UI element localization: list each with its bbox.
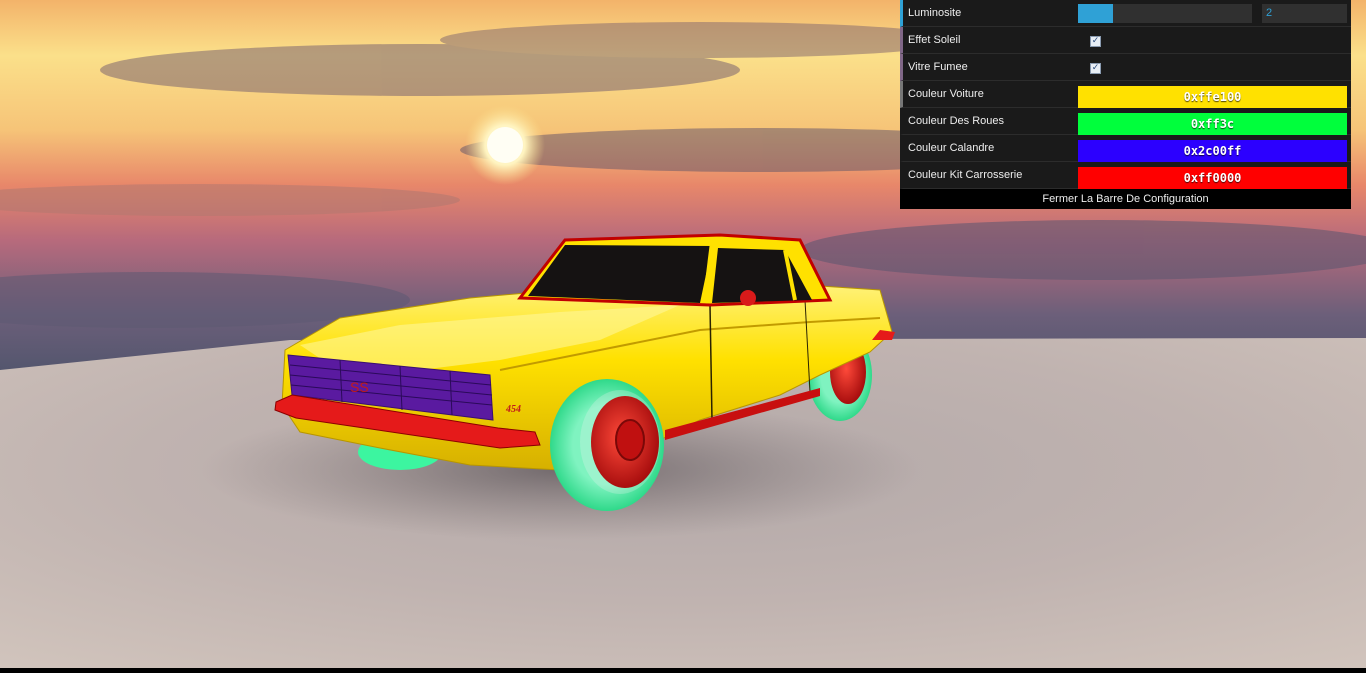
effet-soleil-label: Effet Soleil <box>908 34 961 46</box>
luminosite-row: Luminosite <box>900 0 1351 27</box>
luminosite-slider-fill <box>1078 4 1113 23</box>
configuration-panel: Luminosite Effet Soleil ✓ Vitre Fumee ✓ … <box>900 0 1351 209</box>
car-badge: 454 <box>505 404 521 415</box>
couleur-roues-row: Couleur Des Roues 0xff3c <box>900 108 1351 135</box>
bottom-strip <box>0 668 1366 673</box>
vitre-fumee-checkbox[interactable]: ✓ <box>1090 63 1101 74</box>
couleur-calandre-row: Couleur Calandre 0x2c00ff <box>900 135 1351 162</box>
couleur-voiture-swatch[interactable]: 0xffe100 <box>1078 86 1347 108</box>
couleur-roues-label: Couleur Des Roues <box>908 115 1004 127</box>
luminosite-input[interactable] <box>1262 4 1347 23</box>
couleur-voiture-label: Couleur Voiture <box>908 88 984 100</box>
couleur-kit-swatch[interactable]: 0xff0000 <box>1078 167 1347 189</box>
svg-text:SS: SS <box>350 379 369 395</box>
effet-soleil-row: Effet Soleil ✓ <box>900 27 1351 54</box>
couleur-kit-row: Couleur Kit Carrosserie 0xff0000 <box>900 162 1351 189</box>
luminosite-slider[interactable] <box>1078 4 1252 23</box>
couleur-calandre-label: Couleur Calandre <box>908 142 995 154</box>
luminosite-label: Luminosite <box>908 7 962 19</box>
couleur-calandre-swatch[interactable]: 0x2c00ff <box>1078 140 1347 162</box>
couleur-voiture-row: Couleur Voiture 0xffe100 <box>900 81 1351 108</box>
couleur-kit-label: Couleur Kit Carrosserie <box>908 169 1023 181</box>
vitre-fumee-row: Vitre Fumee ✓ <box>900 54 1351 81</box>
vitre-fumee-label: Vitre Fumee <box>908 61 968 73</box>
couleur-roues-swatch[interactable]: 0xff3c <box>1078 113 1347 135</box>
close-config-button[interactable]: Fermer La Barre De Configuration <box>900 189 1351 209</box>
effet-soleil-checkbox[interactable]: ✓ <box>1090 36 1101 47</box>
